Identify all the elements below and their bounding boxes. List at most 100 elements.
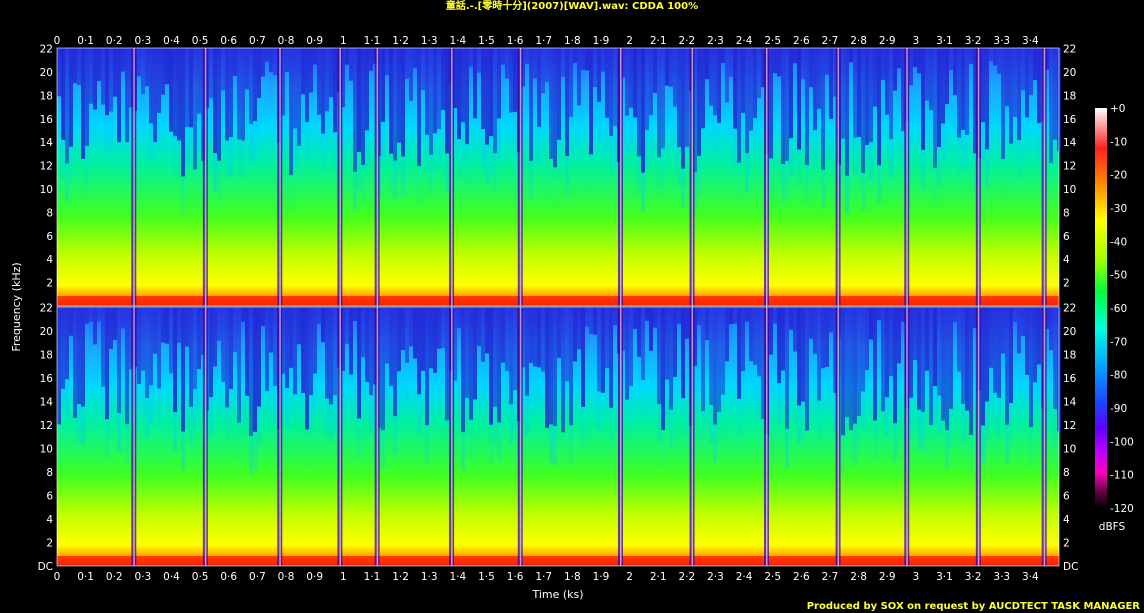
y-tick-right: 16 (1063, 373, 1077, 385)
x-tick-bottom: 0·4 (163, 571, 180, 583)
x-tick-bottom: 3 (913, 571, 920, 583)
x-tick-bottom: 2 (626, 571, 633, 583)
y-tick-right: 16 (1063, 114, 1077, 126)
x-tick-top: 2·2 (678, 35, 695, 47)
y-tick-right: 10 (1063, 184, 1076, 196)
x-tick-bottom: 1·1 (364, 571, 381, 583)
x-tick-bottom: 0·7 (249, 571, 266, 583)
x-tick-bottom: 1·7 (535, 571, 552, 583)
y-tick-right: 20 (1063, 67, 1076, 79)
x-tick-top: 0·4 (163, 35, 180, 47)
x-tick-bottom: 3·2 (965, 571, 982, 583)
x-tick-bottom: 2·3 (707, 571, 724, 583)
y-tick-right: 2 (1063, 538, 1070, 550)
colorbar (1095, 108, 1107, 508)
x-tick-bottom: 1·5 (478, 571, 495, 583)
y-tick-left: 16 (40, 373, 54, 385)
colorbar-tick: -110 (1110, 470, 1134, 482)
x-tick-bottom: 0 (54, 571, 61, 583)
channel-panel-1 (56, 47, 1061, 307)
x-tick-bottom: 0·6 (220, 571, 237, 583)
y-tick-left: 14 (40, 137, 54, 149)
x-tick-top: 0·5 (192, 35, 209, 47)
y-tick-left: 16 (40, 114, 54, 126)
x-tick-bottom: 3·4 (1022, 571, 1039, 583)
x-tick-bottom: 2·8 (850, 571, 867, 583)
y-tick-right: 4 (1063, 514, 1070, 526)
y-tick-right: 12 (1063, 161, 1076, 173)
y-tick-right: 22 (1063, 303, 1076, 315)
y-tick-right: 14 (1063, 137, 1077, 149)
x-tick-bottom: 0·2 (106, 571, 123, 583)
x-tick-bottom: 0·5 (192, 571, 209, 583)
x-tick-bottom: 0·3 (135, 571, 152, 583)
y-tick-left: 22 (40, 303, 53, 315)
colorbar-tick: -40 (1110, 236, 1127, 248)
x-tick-bottom: 2·4 (736, 571, 753, 583)
x-tick-bottom: 2·1 (650, 571, 667, 583)
colorbar-tick: -120 (1110, 503, 1134, 515)
y-tick-left: 8 (46, 207, 53, 219)
y-tick-left: 10 (40, 184, 53, 196)
x-tick-top: 2·6 (793, 35, 810, 47)
colorbar-tick: -50 (1110, 270, 1127, 282)
y-tick-right: 20 (1063, 326, 1076, 338)
x-tick-top: 0 (54, 35, 61, 47)
x-tick-top: 1 (340, 35, 347, 47)
x-tick-top: 2 (626, 35, 633, 47)
x-tick-bottom: 1·9 (593, 571, 610, 583)
y-tick-left: 22 (40, 44, 53, 56)
y-axis-label: Frequency (kHz) (10, 262, 23, 351)
x-tick-top: 3 (913, 35, 920, 47)
y-tick-left: 2 (46, 538, 53, 550)
x-tick-bottom: 2·2 (678, 571, 695, 583)
x-tick-bottom: 0·9 (306, 571, 323, 583)
x-tick-top: 1·5 (478, 35, 495, 47)
x-tick-top: 2·9 (879, 35, 896, 47)
x-tick-top: 2·8 (850, 35, 867, 47)
x-tick-top: 1·6 (507, 35, 524, 47)
y-tick-right: 4 (1063, 254, 1070, 266)
y-tick-right: 22 (1063, 44, 1076, 56)
x-tick-bottom: 1·6 (507, 571, 524, 583)
x-tick-top: 0·8 (278, 35, 295, 47)
x-tick-bottom: 0·1 (77, 571, 94, 583)
x-tick-bottom: 2·5 (764, 571, 781, 583)
colorbar-tick: -30 (1110, 203, 1127, 215)
x-tick-bottom: 1·2 (392, 571, 409, 583)
colorbar-label: dBFS (1099, 521, 1126, 533)
x-tick-top: 3·3 (993, 35, 1010, 47)
y-tick-left: 6 (46, 231, 53, 243)
x-axis-label: Time (ks) (531, 588, 583, 601)
x-tick-top: 1·4 (449, 35, 466, 47)
y-tick-left: 10 (40, 444, 53, 456)
y-tick-left: 20 (40, 67, 53, 79)
y-tick-left: 6 (46, 491, 53, 503)
y-tick-left: 20 (40, 326, 53, 338)
x-tick-top: 0·9 (306, 35, 323, 47)
x-tick-top: 0·3 (135, 35, 152, 47)
x-tick-top: 2·1 (650, 35, 667, 47)
y-tick-right: 18 (1063, 90, 1076, 102)
colorbar-tick: -80 (1110, 370, 1127, 382)
x-tick-bottom: 1·3 (421, 571, 438, 583)
y-tick-left: 12 (40, 420, 53, 432)
y-tick-left: 8 (46, 467, 53, 479)
y-tick-left: 18 (40, 90, 53, 102)
y-tick-left: 12 (40, 161, 53, 173)
x-tick-top: 3·2 (965, 35, 982, 47)
x-tick-bottom: 1·4 (449, 571, 466, 583)
channel-panel-2 (56, 306, 1061, 567)
x-tick-bottom: 2·6 (793, 571, 810, 583)
y-tick-right: 8 (1063, 467, 1070, 479)
x-tick-top: 0·7 (249, 35, 266, 47)
x-tick-top: 2·7 (822, 35, 839, 47)
y-tick-left: 14 (40, 397, 54, 409)
x-tick-bottom: 0·8 (278, 571, 295, 583)
colorbar-tick: -20 (1110, 170, 1127, 182)
colorbar-tick: -90 (1110, 403, 1127, 415)
x-tick-top: 0·6 (220, 35, 237, 47)
y-tick-left: 2 (46, 278, 53, 290)
x-tick-top: 2·4 (736, 35, 753, 47)
x-tick-top: 1·8 (564, 35, 581, 47)
